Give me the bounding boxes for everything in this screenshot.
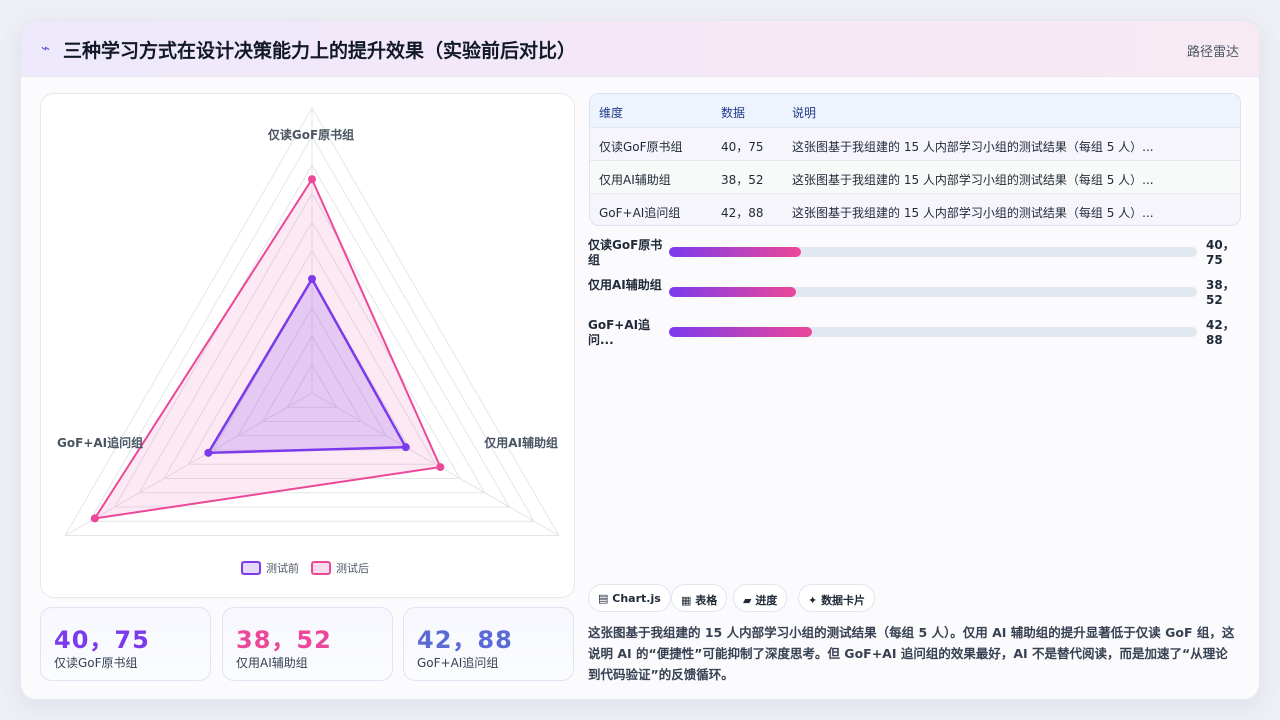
description: 这张图基于我组建的 15 人内部学习小组的测试结果（每组 5 人）。仅用 AI … (588, 625, 1235, 682)
data-point (204, 448, 213, 457)
chip-label: 数据卡片 (821, 594, 866, 607)
table-row: 仅用AI辅助组 38，52 这张图基于我组建的 15 人内部学习小组的测试结果（… (590, 160, 1240, 193)
table-cell: GoF+AI追问组 (599, 206, 681, 220)
table-cell: 这张图基于我组建的 15 人内部学习小组的测试结果（每组 5 人）... (792, 206, 1154, 220)
chip-table[interactable]: ▦ 表格 (671, 584, 728, 612)
progress-label: 仅用AI辅助组 (588, 278, 662, 292)
table-cell: 仅读GoF原书组 (599, 140, 683, 154)
stat-card: 38，52 仅用AI辅助组 (222, 607, 393, 681)
chart-icon: ▤ (598, 592, 609, 605)
table-cell: 这张图基于我组建的 15 人内部学习小组的测试结果（每组 5 人）... (792, 173, 1154, 187)
progress-fill (669, 327, 812, 337)
progress-row: 仅用AI辅助组 38，52 (588, 275, 1248, 311)
axis-label: GoF+AI追问组 (57, 435, 143, 450)
progress-track (669, 287, 1197, 297)
axis-label: 仅读GoF原书组 (267, 127, 354, 142)
stat-label: 仅读GoF原书组 (54, 656, 138, 670)
legend-swatch (311, 561, 331, 575)
data-point (90, 514, 99, 523)
radar-chart: 仅读GoF原书组仅用AI辅助组 GoF+AI追问组测试前 测试后 (57, 107, 560, 575)
data-point (308, 175, 316, 184)
legend-swatch (241, 561, 261, 575)
data-point (436, 463, 445, 472)
chip-label: 表格 (695, 594, 718, 607)
chip-label: Chart.js (612, 592, 661, 605)
spark-icon: ⌁ (41, 39, 51, 57)
table-cell: 42，88 (721, 206, 764, 220)
progress-row: 仅读GoF原书组 40，75 (588, 235, 1248, 271)
table-row: GoF+AI追问组 42，88 这张图基于我组建的 15 人内部学习小组的测试结… (590, 193, 1240, 225)
chart-type-label: 路径雷达 (1186, 45, 1239, 60)
stat-value: 40，75 (54, 626, 150, 654)
chip-label: 进度 (755, 594, 778, 607)
chip-progress[interactable]: ▰ 进度 (733, 584, 788, 612)
page-title: 三种学习方式在设计决策能力上的提升效果（实验前后对比） (63, 40, 577, 62)
stat-card: 42，88 GoF+AI追问组 (403, 607, 574, 681)
data-point (401, 443, 410, 452)
stat-label: 仅用AI辅助组 (236, 656, 308, 670)
table-header-cell: 说明 (792, 106, 817, 120)
stat-card: 40，75 仅读GoF原书组 (40, 607, 211, 681)
progress-fill (669, 247, 801, 257)
radar-chart-panel: 仅读GoF原书组仅用AI辅助组 GoF+AI追问组测试前 测试后 (40, 93, 575, 598)
legend-label: 测试前 (266, 561, 299, 575)
table-icon: ▦ (681, 594, 692, 607)
chip-data-card[interactable]: ✦ 数据卡片 (798, 584, 876, 612)
table-cell: 40，75 (721, 140, 764, 154)
table-header-cell: 数据 (721, 106, 746, 120)
header: ⌁ 三种学习方式在设计决策能力上的提升效果（实验前后对比） 路径雷达 (21, 21, 1259, 77)
axis-label: 仅用AI辅助组 (483, 435, 558, 450)
progress-icon: ▰ (743, 594, 752, 607)
progress-label: GoF+AI追问... (588, 318, 651, 347)
progress-value: 42，88 (1206, 318, 1235, 347)
progress-list: 仅读GoF原书组 40，75 仅用AI辅助组 38，52 GoF+AI追问...… (588, 235, 1248, 365)
table-header-row: 维度 数据 说明 (590, 94, 1240, 127)
progress-value: 40，75 (1206, 238, 1235, 267)
progress-track (669, 247, 1197, 257)
stat-value: 42，88 (417, 626, 513, 654)
progress-value: 38，52 (1206, 278, 1235, 307)
table-cell: 这张图基于我组建的 15 人内部学习小组的测试结果（每组 5 人）... (792, 140, 1154, 154)
sparkle-icon: ✦ (808, 594, 818, 607)
chip-chartjs[interactable]: ▤ Chart.js (588, 584, 671, 612)
stat-label: GoF+AI追问组 (417, 656, 499, 670)
table-cell: 仅用AI辅助组 (599, 173, 671, 187)
table-row: 仅读GoF原书组 40，75 这张图基于我组建的 15 人内部学习小组的测试结果… (590, 127, 1240, 160)
table-cell: 38，52 (721, 173, 764, 187)
series-area (92, 177, 442, 520)
main-card: ⌁ 三种学习方式在设计决策能力上的提升效果（实验前后对比） 路径雷达 仅读GoF… (20, 20, 1260, 700)
progress-row: GoF+AI追问... 42，88 (588, 315, 1248, 351)
legend-label: 测试后 (336, 562, 369, 575)
progress-label: 仅读GoF原书组 (588, 238, 663, 267)
progress-track (669, 327, 1197, 337)
data-point (308, 275, 316, 283)
progress-fill (669, 287, 796, 297)
table-header-cell: 维度 (599, 106, 624, 120)
stat-value: 38，52 (236, 626, 332, 654)
data-table: 维度 数据 说明 仅读GoF原书组 40，75 这张图基于我组建的 15 人内部… (589, 93, 1241, 226)
